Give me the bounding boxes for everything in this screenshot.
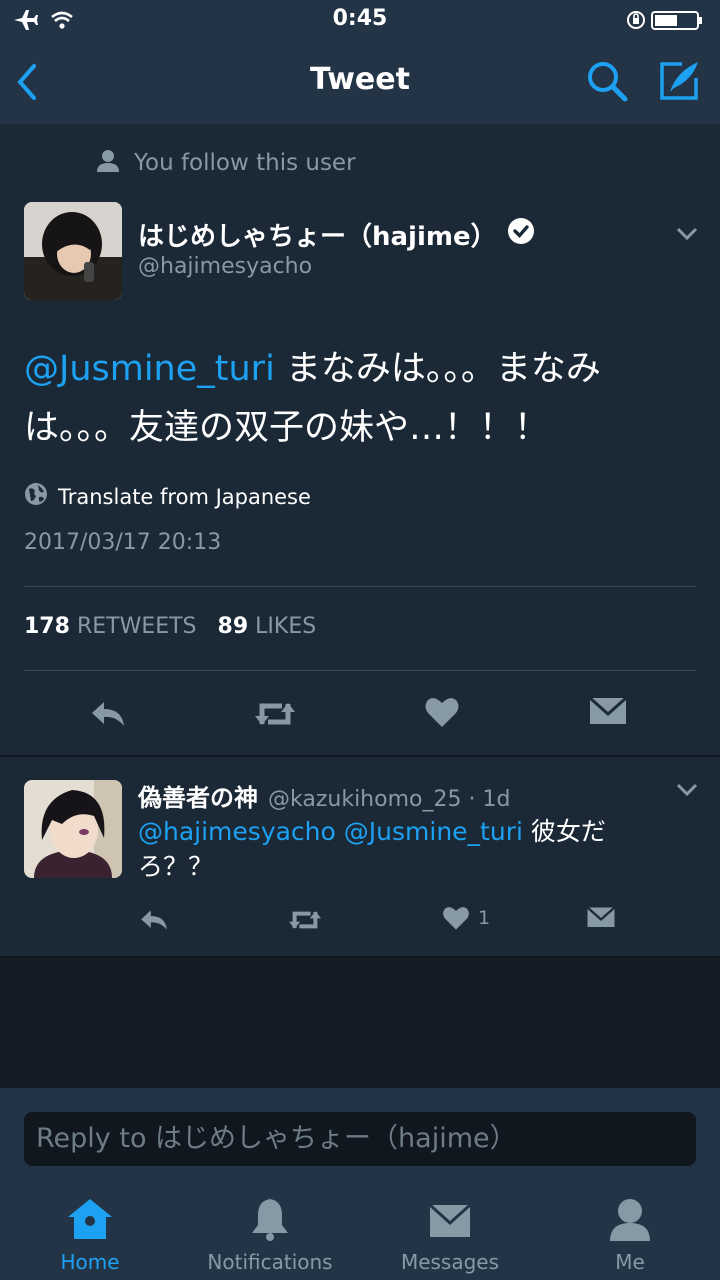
tab-messages[interactable]: Messages	[360, 1194, 540, 1274]
bell-icon	[250, 1197, 290, 1246]
tweet-actions	[0, 690, 720, 746]
reply-author-name[interactable]: 偽善者の神	[138, 778, 258, 813]
battery-icon	[627, 11, 702, 30]
status-time: 0:45	[332, 6, 388, 31]
reply-actions: 1	[0, 904, 720, 944]
tweet-timestamp: 2017/03/17 20:13	[24, 530, 222, 555]
mention-link[interactable]: @hajimesyacho	[138, 817, 336, 846]
retweets-stat[interactable]: 178 RETWEETS	[24, 614, 197, 639]
translate-label: Translate from Japanese	[58, 484, 311, 509]
reply-icon[interactable]	[138, 904, 170, 936]
envelope-icon	[428, 1203, 472, 1246]
heart-icon[interactable]	[424, 694, 460, 734]
divider	[24, 586, 696, 587]
chevron-down-icon[interactable]	[676, 782, 698, 801]
likes-label: LIKES	[255, 614, 317, 639]
avatar[interactable]	[24, 202, 122, 300]
home-icon	[66, 1197, 114, 1246]
translate-link[interactable]: Translate from Japanese	[24, 482, 311, 511]
engagement-stats: 178 RETWEETS 89 LIKES	[24, 614, 316, 639]
person-icon	[96, 148, 120, 178]
avatar[interactable]	[24, 780, 122, 878]
tab-label: Home	[60, 1250, 120, 1274]
likes-count: 89	[217, 614, 249, 639]
divider	[24, 670, 696, 671]
chevron-down-icon[interactable]	[676, 226, 698, 245]
mention-link[interactable]: @Jusmine_turi	[24, 349, 275, 389]
reply-composer: Reply to はじめしゃちょー（hajime）	[0, 1088, 720, 1184]
follow-note: You follow this user	[96, 148, 356, 178]
reply-header: 偽善者の神 @kazukihomo_25 · 1d	[138, 778, 510, 813]
retweet-icon[interactable]	[252, 694, 298, 738]
main-tweet: You follow this user はじめしゃちょー（hajime） @h…	[0, 124, 720, 756]
likes-stat[interactable]: 89 LIKES	[218, 614, 317, 639]
heart-icon[interactable]: 1	[442, 904, 490, 932]
empty-area	[0, 958, 720, 1088]
tab-home[interactable]: Home	[0, 1194, 180, 1274]
reply-text: @hajimesyacho @Jusmine_turi 彼女だろ？？	[138, 814, 678, 884]
author-name-text: はじめしゃちょー（hajime）	[138, 222, 497, 252]
nav-bar: Tweet	[0, 40, 720, 124]
mention-link[interactable]: @Jusmine_turi	[344, 817, 523, 846]
compose-icon[interactable]	[656, 58, 702, 108]
tweet-text: @Jusmine_turi まなみは。。。まなみは。。。友達の双子の妹や…！！！	[24, 340, 704, 458]
tab-label: Notifications	[207, 1250, 333, 1274]
status-bar: 0:45	[0, 0, 720, 40]
author-handle[interactable]: @hajimesyacho	[138, 254, 312, 279]
retweets-count: 178	[24, 614, 70, 639]
search-icon[interactable]	[584, 58, 630, 108]
retweet-icon[interactable]	[286, 904, 324, 936]
tab-notifications[interactable]: Notifications	[180, 1194, 360, 1274]
direct-message-icon[interactable]	[586, 904, 616, 932]
author-name[interactable]: はじめしゃちょー（hajime）	[138, 216, 535, 253]
follow-note-text: You follow this user	[134, 150, 356, 176]
globe-icon	[24, 482, 48, 511]
tab-bar: Home Notifications Messages Me	[0, 1184, 720, 1280]
reply-tweet[interactable]: 偽善者の神 @kazukihomo_25 · 1d @hajimesyacho …	[0, 758, 720, 956]
tab-label: Messages	[400, 1250, 500, 1274]
status-right	[626, 8, 706, 36]
person-icon	[608, 1197, 652, 1246]
reply-icon[interactable]	[88, 694, 128, 738]
direct-message-icon[interactable]	[588, 694, 628, 734]
tab-me[interactable]: Me	[540, 1194, 720, 1274]
retweets-label: RETWEETS	[76, 614, 197, 639]
section-divider	[0, 755, 720, 757]
like-count: 1	[478, 907, 491, 929]
tab-label: Me	[615, 1250, 645, 1274]
reply-input[interactable]: Reply to はじめしゃちょー（hajime）	[24, 1112, 696, 1166]
reply-author-meta[interactable]: @kazukihomo_25 · 1d	[268, 787, 510, 812]
verified-badge-icon	[507, 217, 535, 252]
